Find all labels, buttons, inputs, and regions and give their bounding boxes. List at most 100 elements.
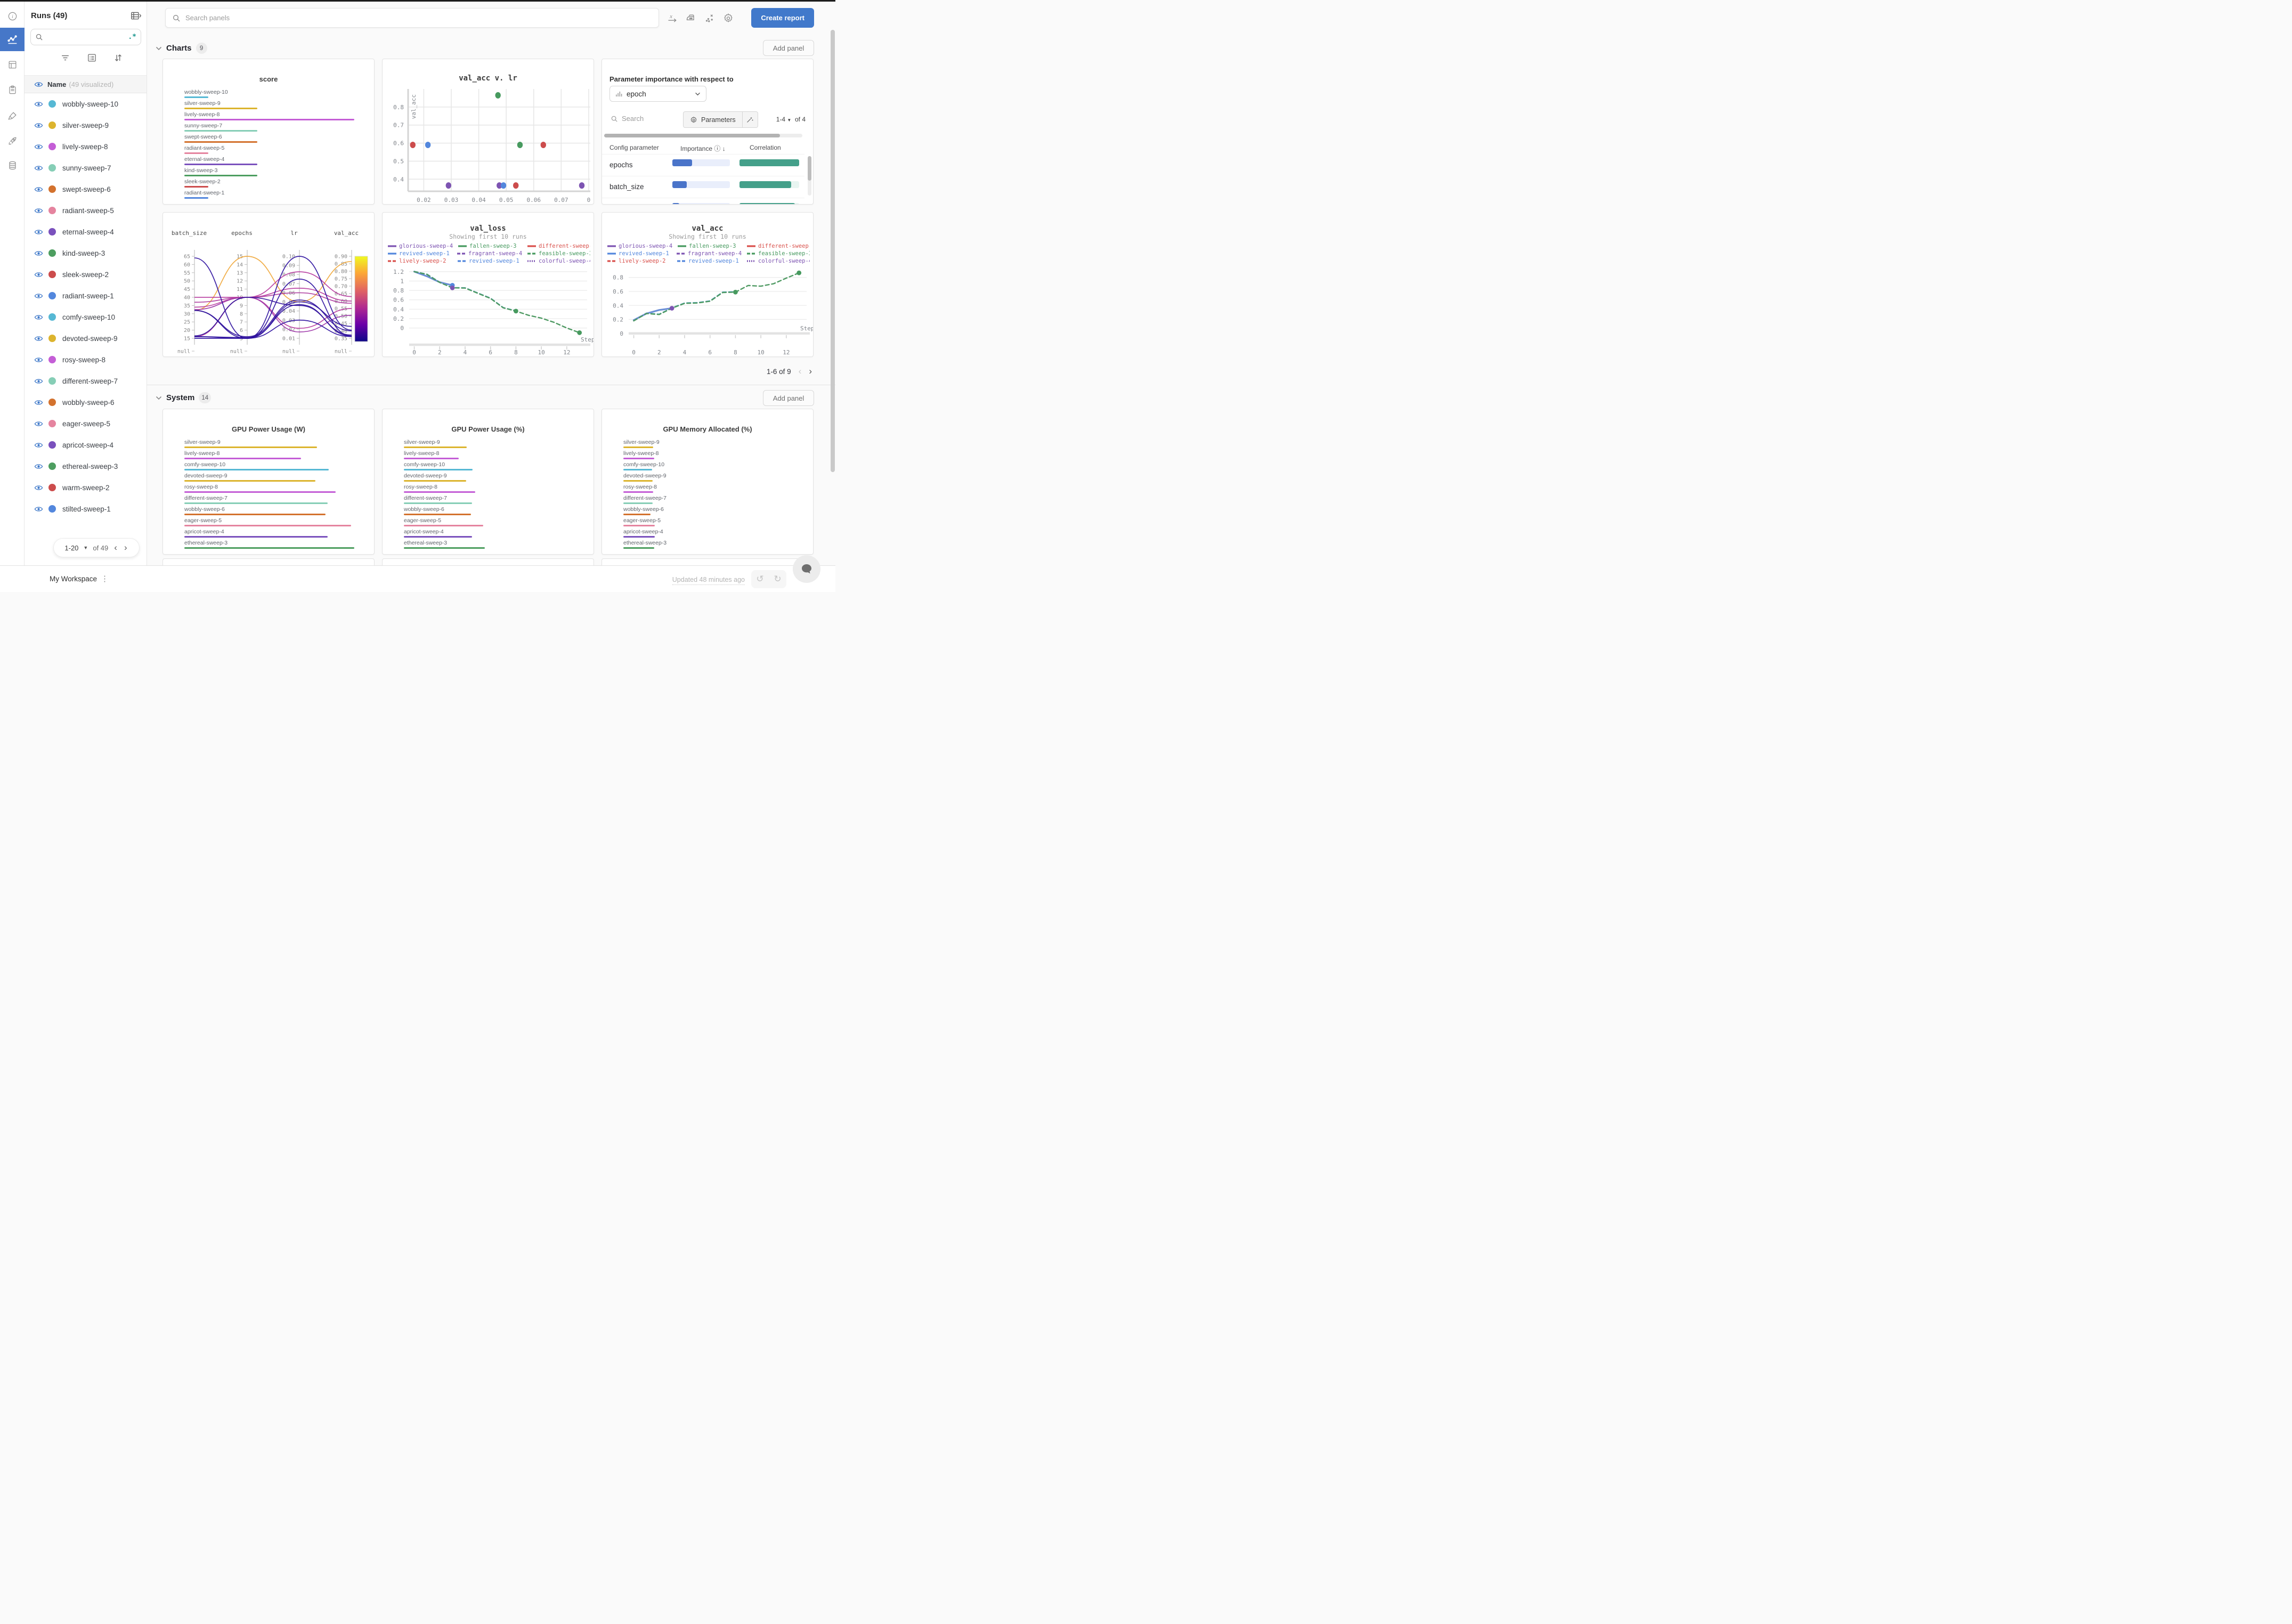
bar-chart-row[interactable]: rosy-sweep-8 [404,484,573,495]
bar-chart-row[interactable]: eager-sweep-5 [404,517,573,529]
run-row[interactable]: warm-sweep-2 [25,477,147,498]
bar-chart-row[interactable]: wobbly-sweep-10 [184,89,354,100]
visibility-eye-icon[interactable] [34,291,43,301]
run-name[interactable]: wobbly-sweep-10 [62,100,118,108]
bar-chart-row[interactable]: eager-sweep-5 [184,517,354,529]
sweep-brush-icon[interactable] [0,107,25,125]
bar-chart-row[interactable]: ethereal-sweep-3 [404,540,573,551]
bar-chart-row[interactable]: comfy-sweep-10 [184,461,354,473]
bar-chart-row[interactable]: different-sweep-7 [404,495,573,506]
run-row[interactable]: wobbly-sweep-6 [25,392,147,413]
filter-icon[interactable] [60,53,70,66]
runs-next-page-button[interactable]: › [123,542,128,553]
launch-rocket-icon[interactable] [0,132,25,150]
run-name[interactable]: sunny-sweep-7 [62,164,111,172]
run-row[interactable]: ethereal-sweep-3 [25,456,147,477]
run-row[interactable]: silver-sweep-9 [25,115,147,136]
sidebar-item-workspace[interactable] [0,28,25,51]
bar-chart-row[interactable]: silver-sweep-9 [184,100,354,111]
visibility-eye-icon[interactable] [34,462,43,471]
charts-prev-page-button[interactable]: ‹ [799,366,802,377]
importance-search[interactable]: Search [611,115,644,123]
bar-chart-row[interactable]: apricot-sweep-4 [623,529,793,540]
run-name[interactable]: radiant-sweep-5 [62,207,114,215]
visibility-eye-icon[interactable] [34,100,43,109]
sort-icon[interactable] [113,53,123,66]
run-row[interactable]: stilted-sweep-1 [25,498,147,519]
importance-row[interactable] [602,198,804,204]
charts-next-page-button[interactable]: › [809,366,812,377]
runs-list-header[interactable]: Name (49 visualized) [25,75,147,93]
panel-parallel-coordinates[interactable]: batch_size 65 60 55 50 45 40 35 30 25 20 15 null epoc… [162,212,375,357]
bar-chart-row[interactable]: apricot-sweep-4 [404,529,573,540]
parameters-button[interactable]: Parameters [683,111,743,128]
bar-chart-row[interactable]: rosy-sweep-8 [623,484,793,495]
bar-chart-row[interactable]: apricot-sweep-4 [184,529,354,540]
column-importance[interactable]: Importance ⓘ ↓ [680,144,726,153]
x-axis-icon[interactable]: x [667,13,678,23]
bar-chart-row[interactable]: lively-sweep-8 [623,450,793,461]
settings-gear-icon[interactable] [723,13,734,23]
bar-chart-row[interactable]: wobbly-sweep-6 [623,506,793,517]
bar-chart-row[interactable]: silver-sweep-9 [404,439,573,450]
panel-val-acc-v-lr[interactable]: val_acc v. lr 0.4 0.5 0.6 0.7 0.8 0.02 0.03 0.0… [382,59,594,205]
workspace-menu-kebab-icon[interactable]: ⋮ [101,574,109,583]
bar-chart-row[interactable]: devoted-sweep-9 [184,473,354,484]
legend-item[interactable]: colorful-sweep-4 [527,257,590,265]
run-row[interactable]: sleek-sweep-2 [25,264,147,285]
run-name[interactable]: comfy-sweep-10 [62,313,115,321]
importance-vertical-scrollbar[interactable] [808,156,811,196]
bar-chart-row[interactable]: radiant-sweep-1 [184,190,354,201]
importance-page-range[interactable]: 1-4 [776,116,785,123]
panel-search-box[interactable] [165,8,659,28]
clipboard-icon[interactable] [0,80,25,99]
visibility-eye-icon[interactable] [34,398,43,407]
bar-chart-row[interactable]: ethereal-sweep-3 [623,540,793,551]
run-name[interactable]: rosy-sweep-8 [62,356,105,364]
run-name[interactable]: stilted-sweep-1 [62,505,111,513]
run-name[interactable]: kind-sweep-3 [62,249,105,257]
run-row[interactable]: eager-sweep-5 [25,413,147,434]
bar-chart-row[interactable]: kind-sweep-3 [184,167,354,178]
run-name[interactable]: silver-sweep-9 [62,121,109,129]
importance-pager[interactable]: 1-4 ▼ of 4 [776,116,806,123]
bar-chart-row[interactable]: sleek-sweep-2 [184,178,354,190]
legend-item[interactable]: fallen-sweep-3 [458,242,520,250]
bar-chart-row[interactable]: lively-sweep-8 [404,450,573,461]
importance-row[interactable]: batch_size [602,176,804,198]
run-row[interactable]: eternal-sweep-4 [25,221,147,242]
run-name[interactable]: swept-sweep-6 [62,185,111,193]
runs-prev-page-button[interactable]: ‹ [113,542,118,553]
system-add-panel-button[interactable]: Add panel [763,390,814,406]
bar-chart-row[interactable]: radiant-sweep-5 [184,145,354,156]
page-scrollbar[interactable] [831,30,835,472]
table-panel-icon[interactable] [0,55,25,74]
runs-page-range[interactable]: 1-20 [64,544,78,552]
panel-gpu-power-pct[interactable]: GPU Power Usage (%) silver-sweep-9 lively… [382,409,594,555]
info-icon[interactable]: i [0,7,25,25]
run-name[interactable]: warm-sweep-2 [62,484,110,492]
charts-add-panel-button[interactable]: Add panel [763,40,814,56]
panel-search-input[interactable] [185,14,652,22]
run-name[interactable]: wobbly-sweep-6 [62,399,115,407]
visibility-eye-icon[interactable] [34,142,43,151]
legend-item[interactable]: fragrant-sweep-4 [677,250,742,257]
importance-row[interactable]: epochs [602,154,804,176]
run-row[interactable]: comfy-sweep-10 [25,306,147,328]
bar-chart-row[interactable]: comfy-sweep-10 [623,461,793,473]
run-name[interactable]: eager-sweep-5 [62,420,110,428]
smoothing-iron-icon[interactable] [686,13,696,23]
legend-item[interactable]: fallen-sweep-3 [678,242,739,250]
run-row[interactable]: sunny-sweep-7 [25,157,147,178]
bar-chart-row[interactable]: rosy-sweep-8 [184,484,354,495]
legend-item[interactable]: lively-sweep-2 [388,257,450,265]
outliers-icon[interactable] [704,13,715,23]
legend-item[interactable]: different-sweep-2 [747,242,810,250]
visibility-eye-icon[interactable] [34,441,43,450]
legend-item[interactable]: fragrant-sweep-4 [457,250,522,257]
bar-chart-row[interactable]: sunny-sweep-7 [184,123,354,134]
bar-chart-row[interactable]: comfy-sweep-10 [404,461,573,473]
bar-chart-row[interactable]: ethereal-sweep-3 [184,540,354,551]
chat-bubble-button[interactable] [793,555,820,583]
regex-toggle-icon[interactable]: .* [128,33,136,41]
